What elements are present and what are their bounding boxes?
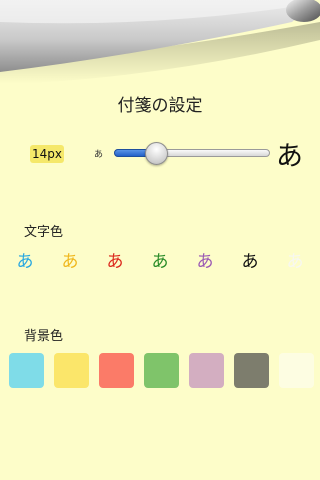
font-size-value-badge: 14px	[30, 145, 64, 163]
text-color-options: あ あ あ あ あ あ あ	[10, 248, 310, 276]
small-sample-glyph: あ	[94, 150, 104, 160]
page-title: 付箋の設定	[117, 96, 203, 116]
text-color-option-red[interactable]: あ	[100, 248, 130, 276]
bg-color-swatch-pink[interactable]	[189, 353, 224, 388]
text-color-option-purple[interactable]: あ	[190, 248, 220, 276]
bg-color-swatch-red[interactable]	[99, 353, 134, 388]
text-color-option-yellow[interactable]: あ	[55, 248, 85, 276]
font-size-slider[interactable]	[114, 142, 270, 165]
text-color-option-green[interactable]: あ	[145, 248, 175, 276]
bg-color-swatch-cream[interactable]	[279, 353, 314, 388]
large-sample-glyph: あ	[276, 141, 303, 172]
text-color-option-black[interactable]: あ	[235, 248, 265, 276]
slider-thumb[interactable]	[145, 142, 168, 165]
background-color-label: 背景色	[24, 329, 64, 344]
background-color-options	[0, 353, 320, 389]
bg-color-swatch-cyan[interactable]	[9, 353, 44, 388]
bg-color-swatch-gray[interactable]	[234, 353, 269, 388]
bg-color-swatch-yellow[interactable]	[54, 353, 89, 388]
bg-color-swatch-green[interactable]	[144, 353, 179, 388]
text-color-option-blue[interactable]: あ	[10, 248, 40, 276]
text-color-label: 文字色	[24, 225, 64, 240]
page-curl-decoration	[0, 0, 320, 84]
text-color-option-white[interactable]: あ	[280, 248, 310, 276]
